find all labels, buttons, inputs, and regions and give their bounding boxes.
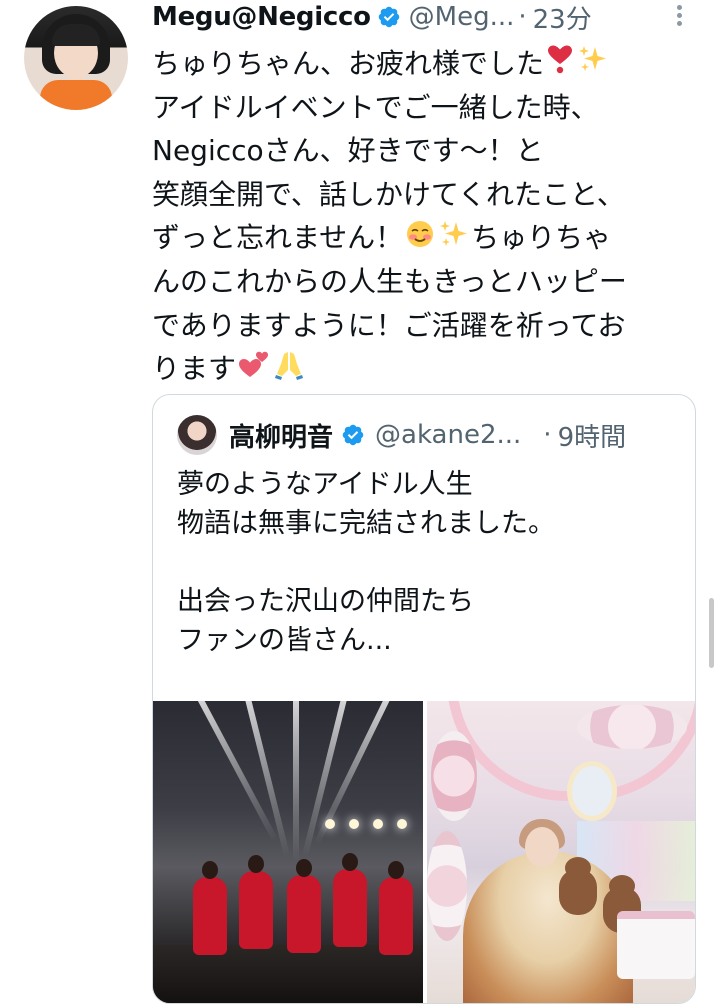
avatar-bangs xyxy=(52,24,100,46)
more-options-icon[interactable] xyxy=(672,2,686,32)
quoted-tweet-text: 夢のようなアイドル人生 物語は無事に完結されました。 出会った沢山の仲間たち フ… xyxy=(177,465,677,660)
tweet-text-segment: ちゅりちゃん、お疲れ様でした xyxy=(152,47,545,80)
two-hearts-emoji xyxy=(238,348,270,392)
quoted-author-name[interactable]: 高柳明音 xyxy=(229,417,333,454)
smiling-blush-emoji xyxy=(405,218,435,262)
quoted-timestamp[interactable]: 9時間 xyxy=(558,417,627,454)
quoted-text-line: ファンの皆さん... xyxy=(177,625,392,656)
author-avatar[interactable] xyxy=(24,6,128,110)
tweet-text-segment: ずっと忘れません！ xyxy=(152,221,404,255)
tweet-text-line: ちゅりちゃん、お疲れ様でした xyxy=(152,42,692,86)
sparkles-emoji xyxy=(578,43,608,87)
quoted-text-line: 出会った沢山の仲間たち xyxy=(177,586,474,617)
verified-badge-icon xyxy=(342,424,364,446)
sparkles-emoji xyxy=(439,218,469,262)
tweet-text: ちゅりちゃん、お疲れ様でした アイドルイベントでご一緒した時、 Negiccoさ… xyxy=(152,42,692,391)
tweet-text-segment: ちゅりちゃ xyxy=(471,221,612,255)
tweet-text-line: アイドルイベントでご一緒した時、 xyxy=(152,90,599,124)
tweet-header: Megu@Negicco @Meg... · 23分 xyxy=(152,0,592,36)
tweet-text-line: 笑顔全開で、話しかけてくれたこと、 xyxy=(152,177,625,211)
avatar-clothing xyxy=(40,80,112,110)
tweet-text-line: んのこれからの人生もきっとハッピー xyxy=(152,264,627,298)
scrollbar-handle[interactable] xyxy=(709,598,714,668)
tweet-text-line: でありますように！ご活躍を祈ってお xyxy=(152,308,626,342)
author-name[interactable]: Megu@Negicco xyxy=(152,2,371,32)
quoted-header-separator: · xyxy=(543,420,552,450)
heart-exclamation-emoji xyxy=(546,43,574,87)
tweet-text-line: Negiccoさん、好きです〜！と xyxy=(152,134,544,168)
quoted-text-line xyxy=(177,543,677,582)
quoted-tweet-card[interactable]: 高柳明音 @akane2... · 9時間 夢のようなアイドル人生 物語は無事に… xyxy=(152,394,696,1004)
tweet-text-line: ります xyxy=(152,347,692,391)
stage-performance-photo[interactable] xyxy=(153,701,423,1003)
author-handle[interactable]: @Meg... xyxy=(409,2,515,32)
tweet-timestamp[interactable]: 23分 xyxy=(533,0,592,36)
verified-badge-icon xyxy=(378,6,399,28)
quoted-media-grid xyxy=(153,701,695,1003)
header-separator: · xyxy=(518,2,527,32)
graduation-dress-photo[interactable] xyxy=(427,701,695,1003)
quoted-author-handle[interactable]: @akane2... xyxy=(375,420,521,450)
tweet-text-line: ずっと忘れません！ ちゅりちゃ xyxy=(152,216,692,260)
tweet-text-segment: ります xyxy=(152,352,237,386)
quoted-author-avatar[interactable] xyxy=(177,415,217,455)
quoted-text-line: 物語は無事に完結されました。 xyxy=(177,508,555,539)
quoted-tweet-header: 高柳明音 @akane2... · 9時間 xyxy=(177,415,626,455)
folded-hands-emoji xyxy=(274,348,304,393)
quoted-text-line: 夢のようなアイドル人生 xyxy=(177,469,473,500)
